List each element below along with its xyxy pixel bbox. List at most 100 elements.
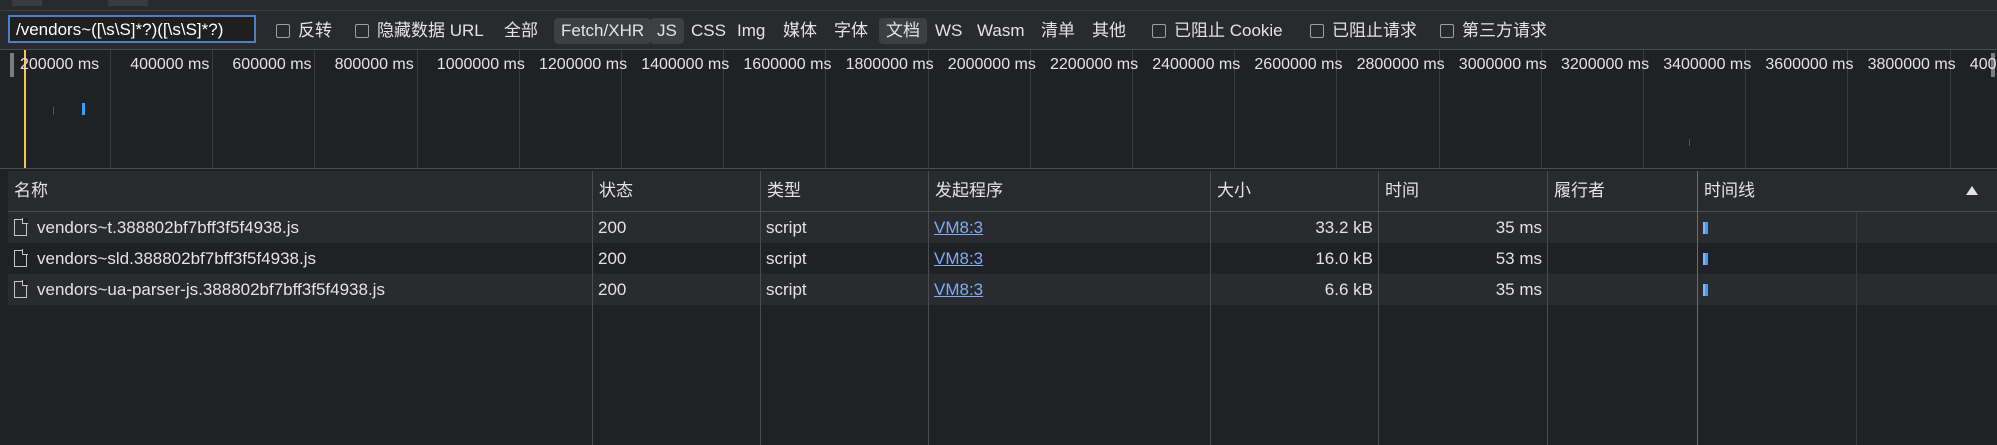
overview-tick-label: 1600000 ms [743, 56, 832, 73]
sort-ascending-icon[interactable] [1966, 186, 1978, 195]
type-cell: script [766, 280, 807, 299]
table-header: 名称 状态 类型 发起程序 大小 时间 履行者 时间线 [8, 171, 1997, 212]
request-name-cell[interactable]: vendors~sld.388802bf7bff3f5f4938.js [14, 243, 316, 274]
column-header-status[interactable]: 状态 [593, 171, 633, 211]
column-header-type[interactable]: 类型 [761, 171, 801, 211]
type-filter-all[interactable]: 全部 [497, 18, 545, 44]
type-filter-js[interactable]: JS [650, 18, 684, 44]
status-cell: 200 [598, 249, 627, 268]
overview-request-bar [82, 103, 85, 115]
file-icon [14, 280, 28, 298]
table-row[interactable]: vendors~ua-parser-js.388802bf7bff3f5f493… [8, 274, 1997, 305]
overview-tick-label: 1000000 ms [436, 56, 525, 73]
time-cell: 35 ms [1495, 218, 1542, 237]
column-header-waterfall[interactable]: 时间线 [1698, 171, 1755, 211]
file-icon [14, 218, 28, 236]
checkbox-icon [276, 24, 290, 38]
time-cell: 35 ms [1495, 280, 1542, 299]
file-icon [14, 249, 28, 267]
waterfall-download-bar[interactable] [1705, 284, 1708, 296]
overview-request-bar [53, 107, 54, 115]
invert-label: 反转 [298, 21, 332, 40]
overview-tick-label: 800000 ms [334, 56, 414, 73]
overview-tick-label: 1400000 ms [641, 56, 730, 73]
column-header-initiator[interactable]: 发起程序 [929, 171, 1003, 211]
type-filter-css[interactable]: CSS [684, 18, 733, 44]
filter-input[interactable]: /vendors~([\s\S]*?)([\s\S]*?) [8, 15, 256, 43]
table-body: vendors~t.388802bf7bff3f5f4938.js 200 sc… [8, 212, 1997, 445]
overview-tick-label: 2800000 ms [1356, 56, 1445, 73]
overview-tick-label: 1200000 ms [539, 56, 628, 73]
column-divider[interactable] [928, 171, 929, 445]
third-party-checkbox[interactable]: 第三方请求 [1440, 19, 1547, 43]
status-cell: 200 [598, 218, 627, 237]
initiator-link[interactable]: VM8:3 [934, 243, 983, 274]
table-row[interactable]: vendors~sld.388802bf7bff3f5f4938.js 200 … [8, 243, 1997, 274]
overview-tick-label: 2000000 ms [947, 56, 1036, 73]
overview-tick-label: 2600000 ms [1254, 56, 1343, 73]
overview-grid-line [314, 50, 316, 168]
type-filter-media[interactable]: 媒体 [776, 18, 824, 44]
request-name-cell[interactable]: vendors~ua-parser-js.388802bf7bff3f5f493… [14, 274, 385, 305]
size-cell: 33.2 kB [1315, 218, 1373, 237]
request-table: 名称 状态 类型 发起程序 大小 时间 履行者 时间线 vendors~t.38… [8, 171, 1997, 445]
waterfall-grid-line [1856, 212, 1857, 445]
type-cell: script [766, 218, 807, 237]
waterfall-download-bar[interactable] [1705, 222, 1708, 234]
table-row[interactable]: vendors~t.388802bf7bff3f5f4938.js 200 sc… [8, 212, 1997, 243]
checkbox-icon [355, 24, 369, 38]
toolbar-tab[interactable] [108, 0, 148, 6]
type-filter-wasm[interactable]: Wasm [970, 18, 1032, 44]
overview-grid-line [212, 50, 214, 168]
size-cell: 6.6 kB [1324, 280, 1373, 299]
initiator-link[interactable]: VM8:3 [934, 274, 983, 305]
overview-grid-line [110, 50, 111, 168]
overview-tick-label: 200000 ms [20, 56, 100, 73]
type-filter-doc[interactable]: 文档 [879, 18, 927, 44]
overview-request-bar [1689, 139, 1690, 146]
type-filter-other[interactable]: 其他 [1085, 18, 1133, 44]
hide-data-urls-checkbox[interactable]: 隐藏数据 URL [355, 19, 484, 43]
type-filter-fetch-xhr[interactable]: Fetch/XHR [554, 18, 652, 44]
column-divider[interactable] [1210, 171, 1211, 445]
waterfall-download-bar[interactable] [1705, 253, 1708, 265]
overview-tick-label: 3600000 ms [1765, 56, 1854, 73]
overview-tick-label: 2200000 ms [1050, 56, 1139, 73]
column-divider[interactable] [1378, 171, 1379, 445]
column-divider[interactable] [760, 171, 761, 445]
hide-data-urls-label: 隐藏数据 URL [377, 21, 484, 40]
blocked-requests-checkbox[interactable]: 已阻止请求 [1310, 19, 1417, 43]
blocked-cookies-checkbox[interactable]: 已阻止 Cookie [1152, 19, 1283, 43]
overview-left-handle[interactable] [10, 53, 14, 77]
initiator-link[interactable]: VM8:3 [934, 212, 983, 243]
type-filter-manifest[interactable]: 清单 [1034, 18, 1082, 44]
third-party-label: 第三方请求 [1462, 21, 1547, 40]
status-cell: 200 [598, 280, 627, 299]
request-name-cell[interactable]: vendors~t.388802bf7bff3f5f4938.js [14, 212, 299, 243]
size-cell: 16.0 kB [1315, 249, 1373, 268]
column-header-fulfilled-by[interactable]: 履行者 [1548, 171, 1605, 211]
blocked-cookies-label: 已阻止 Cookie [1174, 21, 1283, 40]
column-header-time[interactable]: 时间 [1379, 171, 1419, 211]
type-filter-img[interactable]: Img [730, 18, 772, 44]
timeline-overview[interactable]: 200000 ms 400000 ms 600000 ms 800000 ms 1000… [0, 50, 1997, 169]
column-header-name[interactable]: 名称 [8, 171, 48, 211]
column-divider[interactable] [592, 171, 593, 445]
type-filter-font[interactable]: 字体 [827, 18, 875, 44]
overview-grid-line [416, 50, 418, 168]
type-filter-ws[interactable]: WS [928, 18, 969, 44]
overview-tick-label: 400000 ms [130, 56, 210, 73]
invert-checkbox[interactable]: 反转 [276, 19, 332, 43]
column-header-size[interactable]: 大小 [1211, 171, 1251, 211]
toolbar-tab[interactable] [12, 0, 42, 6]
request-name: vendors~ua-parser-js.388802bf7bff3f5f493… [37, 280, 385, 299]
checkbox-icon [1310, 24, 1324, 38]
overview-tick-label: 4000 [1969, 56, 1997, 73]
checkbox-icon [1152, 24, 1166, 38]
request-name: vendors~sld.388802bf7bff3f5f4938.js [37, 249, 316, 268]
column-divider[interactable] [1547, 171, 1548, 445]
overview-tick-label: 3800000 ms [1867, 56, 1956, 73]
request-name: vendors~t.388802bf7bff3f5f4938.js [37, 218, 299, 237]
overview-tick-label: 3200000 ms [1561, 56, 1650, 73]
column-divider[interactable] [1697, 171, 1698, 445]
